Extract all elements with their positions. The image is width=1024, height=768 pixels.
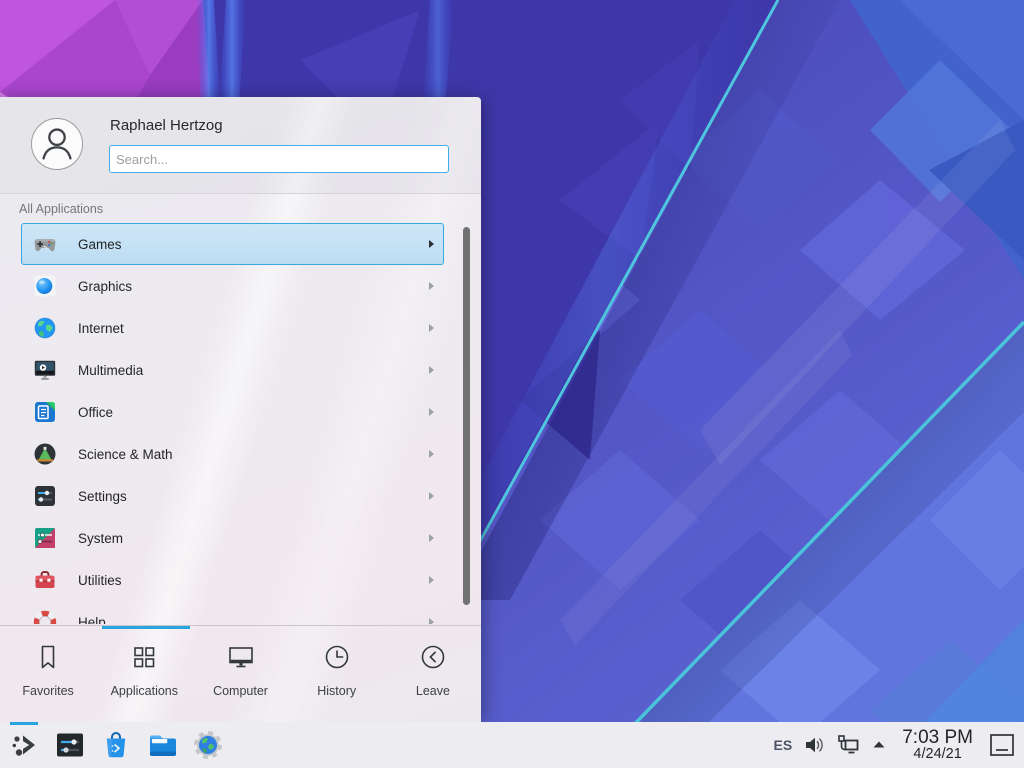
network-icon[interactable] — [836, 733, 860, 757]
category-label: Science & Math — [78, 447, 173, 462]
tab-label: Applications — [111, 684, 178, 698]
clock-time: 7:03 PM — [902, 728, 973, 748]
section-label: All Applications — [0, 194, 481, 219]
active-tab-indicator — [102, 626, 190, 629]
system-tray: ES 7:03 PM 4/24/21 — [774, 728, 1016, 763]
monitor-play-icon — [33, 358, 57, 382]
category-item-office[interactable]: Office — [21, 391, 444, 433]
sliders-color-icon — [33, 526, 57, 550]
list-scrollbar[interactable] — [463, 227, 470, 605]
tab-computer[interactable]: Computer — [192, 626, 288, 722]
category-item-internet[interactable]: Internet — [21, 307, 444, 349]
user-name: Raphael Hertzog — [110, 117, 223, 134]
category-item-games[interactable]: Games — [21, 223, 444, 265]
tab-applications[interactable]: Applications — [96, 626, 192, 722]
category-item-multimedia[interactable]: Multimedia — [21, 349, 444, 391]
taskbar-panel: ES 7:03 PM 4/24/21 — [0, 722, 1024, 768]
tab-label: Computer — [213, 684, 268, 698]
category-item-settings[interactable]: Settings — [21, 475, 444, 517]
digital-clock[interactable]: 7:03 PM 4/24/21 — [902, 728, 973, 763]
tab-favorites[interactable]: Favorites — [0, 626, 96, 722]
toolbox-icon — [33, 568, 57, 592]
globe-icon — [33, 316, 57, 340]
category-item-help[interactable]: Help — [21, 601, 444, 624]
tab-label: Favorites — [22, 684, 73, 698]
graphics-sphere-icon — [33, 274, 57, 298]
document-icon — [33, 400, 57, 424]
category-label: Games — [78, 237, 122, 252]
category-item-system[interactable]: System — [21, 517, 444, 559]
application-launcher-button[interactable] — [8, 729, 40, 761]
category-label: Help — [78, 615, 106, 625]
leave-icon — [418, 642, 448, 677]
submenu-arrow-icon — [429, 576, 434, 584]
system-settings-button[interactable] — [54, 729, 86, 761]
sliders-dark-icon — [33, 484, 57, 508]
submenu-arrow-icon — [429, 240, 434, 248]
submenu-arrow-icon — [429, 450, 434, 458]
expand-tray-caret-icon[interactable] — [871, 737, 887, 753]
tab-leave[interactable]: Leave — [385, 626, 481, 722]
gamepad-icon — [33, 232, 57, 256]
category-list: Games Graphics — [0, 219, 481, 624]
category-label: Internet — [78, 321, 124, 336]
category-label: System — [78, 531, 123, 546]
category-label: Office — [78, 405, 113, 420]
launcher-tabbar: Favorites Applications — [0, 625, 481, 722]
history-clock-icon — [322, 642, 352, 677]
bookmark-icon — [33, 642, 63, 677]
clock-date: 4/24/21 — [902, 747, 973, 762]
web-browser-button[interactable] — [192, 729, 224, 761]
file-manager-button[interactable] — [146, 729, 178, 761]
submenu-arrow-icon — [429, 618, 434, 624]
computer-icon — [226, 642, 256, 677]
category-label: Multimedia — [78, 363, 143, 378]
flask-icon — [33, 442, 57, 466]
show-desktop-button[interactable] — [988, 731, 1016, 759]
search-input[interactable] — [109, 145, 449, 173]
volume-icon[interactable] — [803, 734, 825, 756]
submenu-arrow-icon — [429, 366, 434, 374]
category-label: Settings — [78, 489, 127, 504]
desktop: Raphael Hertzog All Applications — [0, 0, 1024, 768]
launcher-header: Raphael Hertzog — [0, 97, 481, 194]
user-avatar[interactable] — [31, 118, 83, 170]
application-launcher-panel: Raphael Hertzog All Applications — [0, 97, 481, 722]
submenu-arrow-icon — [429, 534, 434, 542]
category-item-utilities[interactable]: Utilities — [21, 559, 444, 601]
lifering-icon — [33, 610, 57, 624]
category-item-science-math[interactable]: Science & Math — [21, 433, 444, 475]
tab-history[interactable]: History — [289, 626, 385, 722]
submenu-arrow-icon — [429, 282, 434, 290]
keyboard-layout-indicator[interactable]: ES — [774, 737, 793, 753]
tab-label: History — [317, 684, 356, 698]
submenu-arrow-icon — [429, 324, 434, 332]
category-item-graphics[interactable]: Graphics — [21, 265, 444, 307]
discover-software-center-button[interactable] — [100, 729, 132, 761]
submenu-arrow-icon — [429, 408, 434, 416]
grid-icon — [129, 642, 159, 677]
category-label: Utilities — [78, 573, 122, 588]
category-label: Graphics — [78, 279, 132, 294]
tab-label: Leave — [416, 684, 450, 698]
submenu-arrow-icon — [429, 492, 434, 500]
